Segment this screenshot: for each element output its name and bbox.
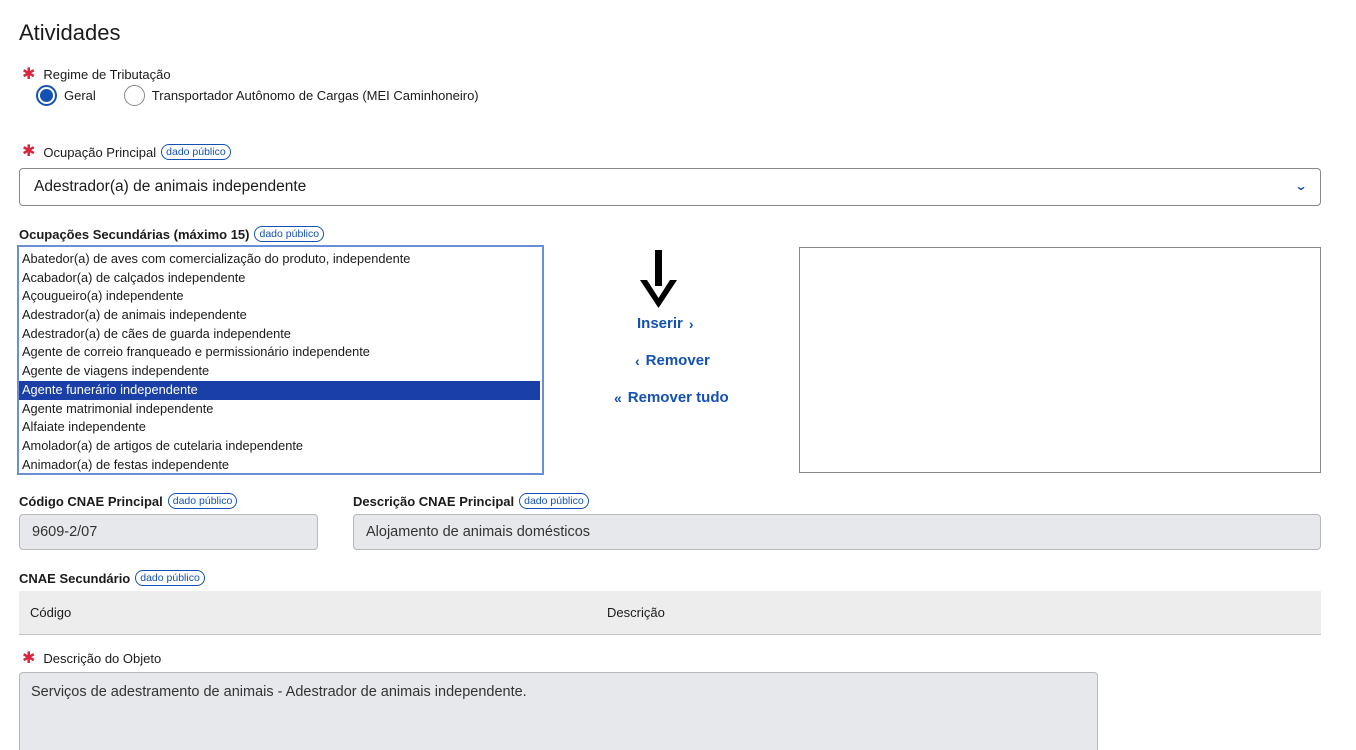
radio-mei-caminhoneiro[interactable] bbox=[123, 85, 145, 106]
cnae-secundario-table-header: Código Descrição bbox=[19, 591, 1321, 635]
ocupacoes-secundarias-label: Ocupações Secundárias (máximo 15) bbox=[19, 226, 250, 242]
chevron-down-icon: ⌄ bbox=[1294, 179, 1308, 193]
radio-geral[interactable] bbox=[36, 85, 57, 106]
required-asterisk-icon: ✱ bbox=[22, 649, 36, 667]
list-item[interactable]: Amolador(a) de artigos de cutelaria inde… bbox=[19, 437, 542, 456]
chevron-right-icon: › bbox=[688, 315, 694, 332]
cnae-secundario-label: CNAE Secundário bbox=[19, 570, 131, 586]
regime-label: Regime de Tributação bbox=[43, 67, 171, 82]
list-item[interactable]: Adestrador(a) de cães de guarda independ… bbox=[19, 325, 542, 344]
remover-label: Remover bbox=[645, 352, 710, 369]
column-header-codigo: Código bbox=[30, 605, 72, 620]
ocupacao-principal-label: Ocupação Principal bbox=[43, 144, 157, 160]
required-asterisk-icon: ✱ bbox=[22, 143, 36, 160]
list-item[interactable]: Alfaiate independente bbox=[19, 418, 542, 437]
dado-publico-badge: dado público bbox=[135, 570, 205, 586]
list-item[interactable]: Agente matrimonial independente bbox=[19, 400, 542, 419]
list-item[interactable]: Açougueiro(a) independente bbox=[19, 287, 542, 306]
descricao-objeto-textarea[interactable]: Serviços de adestramento de animais - Ad… bbox=[19, 672, 1098, 750]
required-asterisk-icon: ✱ bbox=[22, 65, 36, 83]
ocupacoes-secundarias-label-row: Ocupações Secundárias (máximo 15) dado p… bbox=[19, 226, 325, 242]
list-item[interactable]: Abatedor(a) de aves com comercialização … bbox=[19, 250, 542, 269]
descricao-objeto-label: Descrição do Objeto bbox=[43, 651, 162, 666]
codigo-cnae-label-row: Código CNAE Principal dado público bbox=[19, 493, 238, 509]
list-item-selected[interactable]: Agente funerário independente bbox=[19, 380, 540, 400]
double-chevron-left-icon: « bbox=[614, 389, 622, 406]
radio-dot-icon bbox=[40, 89, 53, 102]
list-item[interactable]: Acabador(a) de calçados independente bbox=[19, 269, 542, 288]
descricao-cnae-label: Descrição CNAE Principal bbox=[353, 493, 515, 509]
descricao-cnae-field: Alojamento de animais domésticos bbox=[353, 514, 1321, 550]
remover-button[interactable]: ‹ Remover bbox=[635, 352, 710, 369]
list-item[interactable]: Agente de viagens independente bbox=[19, 362, 542, 381]
descricao-cnae-value: Alojamento de animais domésticos bbox=[366, 524, 591, 540]
list-item[interactable]: Agente de correio franqueado e permissio… bbox=[19, 343, 542, 362]
dado-publico-badge: dado público bbox=[519, 493, 589, 509]
descricao-objeto-value: Serviços de adestramento de animais - Ad… bbox=[31, 684, 527, 700]
list-item[interactable]: Animador(a) de festas independente bbox=[19, 456, 542, 473]
regime-label-row: ✱ Regime de Tributação bbox=[22, 65, 171, 83]
inserir-button[interactable]: Inserir › bbox=[637, 315, 694, 332]
ocupacoes-selecionadas-listbox[interactable] bbox=[799, 247, 1321, 473]
dado-publico-badge: dado público bbox=[167, 493, 238, 509]
column-header-descricao: Descrição bbox=[607, 605, 665, 620]
codigo-cnae-field: 9609-2/07 bbox=[19, 514, 318, 550]
list-item[interactable]: Adestrador(a) de animais independente bbox=[19, 306, 542, 325]
section-title: Atividades bbox=[19, 20, 121, 45]
radio-mei-caminhoneiro-label[interactable]: Transportador Autônomo de Cargas (MEI Ca… bbox=[152, 88, 479, 103]
descricao-cnae-label-row: Descrição CNAE Principal dado público bbox=[353, 493, 589, 509]
ocupacoes-secundarias-listbox[interactable]: Abatedor(a) de aves com comercialização … bbox=[17, 245, 544, 475]
dado-publico-badge: dado público bbox=[254, 226, 325, 242]
regime-radio-group: Geral Transportador Autônomo de Cargas (… bbox=[36, 85, 507, 106]
ocupacao-principal-value: Adestrador(a) de animais independente bbox=[34, 178, 307, 195]
codigo-cnae-value: 9609-2/07 bbox=[32, 524, 98, 540]
codigo-cnae-label: Código CNAE Principal bbox=[19, 493, 163, 509]
chevron-left-icon: ‹ bbox=[635, 352, 640, 369]
radio-geral-label[interactable]: Geral bbox=[64, 88, 96, 103]
dado-publico-badge: dado público bbox=[161, 144, 231, 160]
cnae-secundario-label-row: CNAE Secundário dado público bbox=[19, 570, 205, 586]
arrow-down-icon bbox=[640, 250, 677, 308]
ocupacao-principal-select[interactable]: Adestrador(a) de animais independente ⌄ bbox=[19, 168, 1321, 206]
remover-tudo-button[interactable]: « Remover tudo bbox=[614, 389, 729, 406]
descricao-objeto-label-row: ✱ Descrição do Objeto bbox=[22, 649, 162, 667]
remover-tudo-label: Remover tudo bbox=[627, 389, 729, 406]
ocupacao-principal-label-row: ✱ Ocupação Principal dado público bbox=[22, 144, 231, 160]
inserir-label: Inserir bbox=[637, 315, 683, 332]
